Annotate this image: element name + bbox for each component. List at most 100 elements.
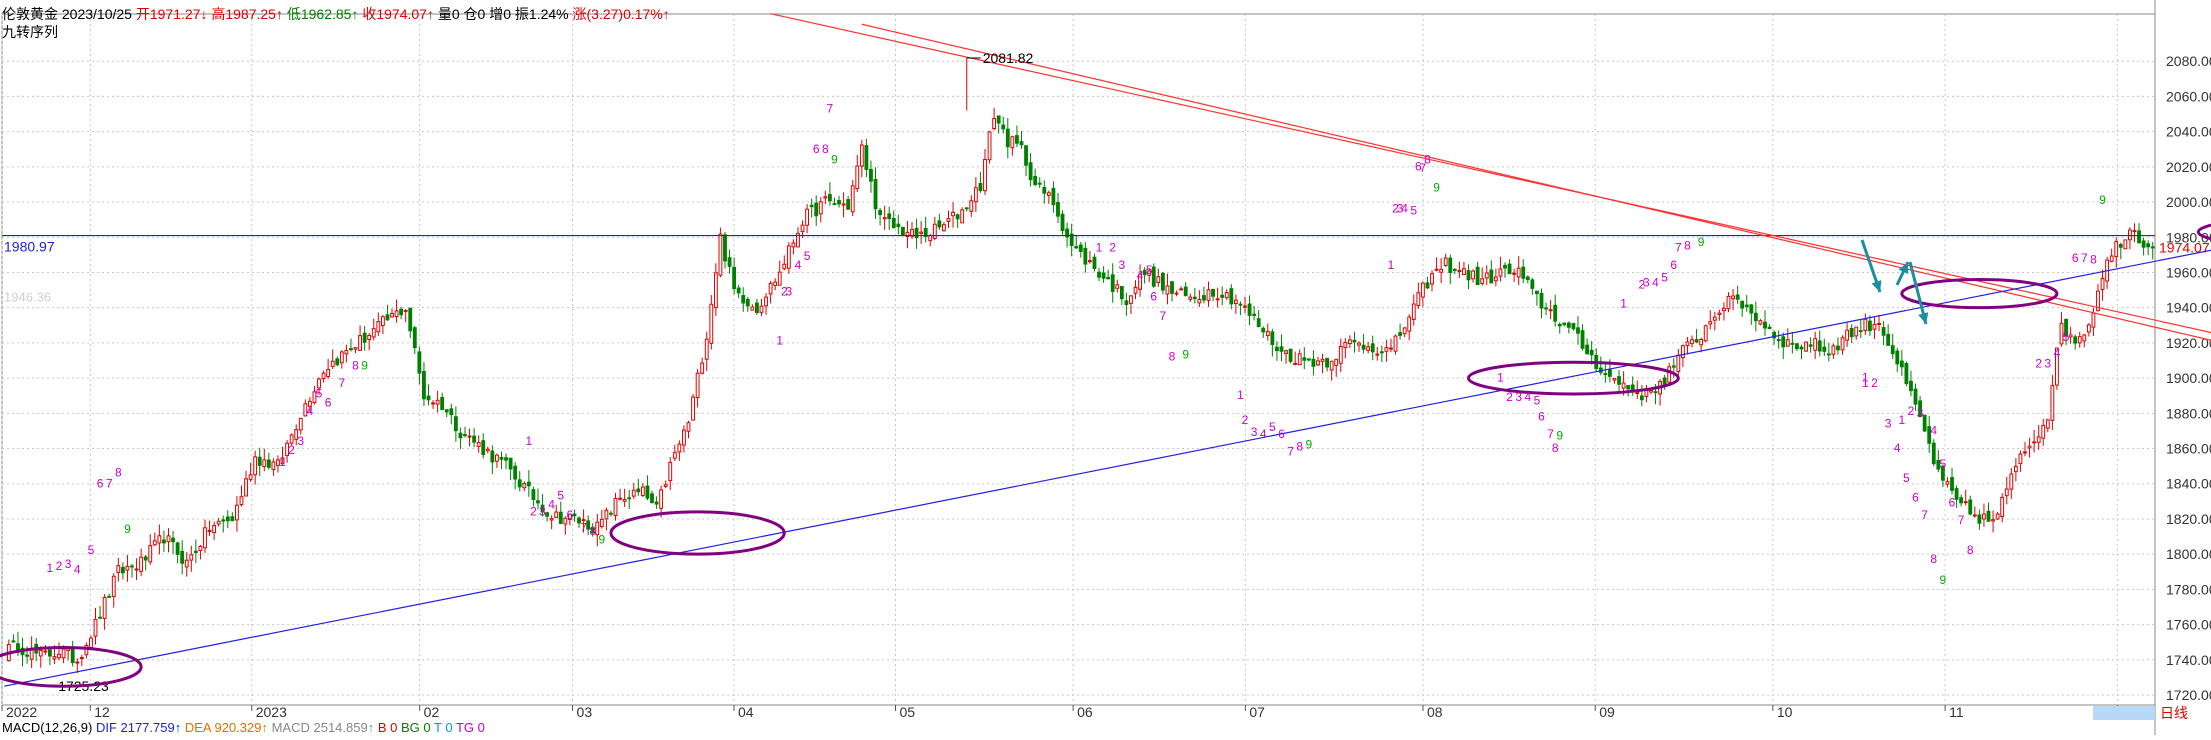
- candle-up: [704, 338, 709, 360]
- candle-down: [412, 327, 417, 349]
- candle-up: [207, 529, 212, 533]
- candlestick-chart[interactable]: 2080.00 2060.00 2040.00 2020.00 2000.00 1980.…: [0, 0, 2211, 735]
- x-tick-label: 09: [1599, 704, 1615, 720]
- td-sequence-label: 7: [1675, 240, 1682, 254]
- candle-up: [1407, 316, 1412, 332]
- candle-down: [1539, 292, 1544, 309]
- x-tick-label: 2023: [256, 704, 287, 720]
- chart-canvas[interactable]: 2080.00 2060.00 2040.00 2020.00 2000.00 1980.…: [0, 0, 2211, 735]
- candle-up: [1284, 350, 1288, 354]
- candle-up: [116, 565, 121, 573]
- candle-up: [946, 218, 951, 222]
- amplitude-value: 振1.24%: [514, 6, 569, 22]
- candle-down: [1106, 276, 1111, 280]
- candle-down: [1261, 327, 1266, 333]
- candle-down: [1379, 351, 1384, 354]
- candle-down: [1170, 281, 1174, 294]
- increase-value: 增0: [489, 6, 512, 22]
- candle-down: [609, 512, 613, 515]
- candle-up: [1430, 273, 1434, 285]
- forecast-arrow-down-1-head: [1871, 280, 1882, 292]
- td-sequence-label: 3: [297, 434, 304, 448]
- candle-down: [1475, 266, 1480, 286]
- td-sequence-label: 7: [1547, 427, 1554, 441]
- change-value: 涨(3.27)0.17%↑: [572, 6, 670, 22]
- td-sequence-label: 6: [1278, 427, 1285, 441]
- candle-down: [1452, 268, 1457, 271]
- y-tick-label: 1920.00: [2166, 335, 2211, 351]
- td-sequence-label: 2: [1871, 376, 1878, 390]
- td-sequence-label: 4: [1894, 441, 1901, 455]
- candle-down: [955, 214, 960, 220]
- candle-down: [1603, 373, 1608, 376]
- candle-up: [339, 351, 344, 364]
- candle-up: [554, 511, 559, 519]
- td-sequence-label: 7: [338, 376, 345, 390]
- candle-up: [1443, 257, 1448, 266]
- candle-up: [522, 483, 527, 489]
- candle-up: [403, 309, 408, 312]
- td-sequence-label: 9: [831, 152, 838, 166]
- td-sequence-label: 9: [1306, 438, 1313, 452]
- candle-down: [1890, 345, 1895, 355]
- candle-up: [2018, 453, 2023, 465]
- td-sequence-label: 4: [1260, 427, 1267, 441]
- td-sequence-label: 3: [1251, 425, 1258, 439]
- candle-down: [1968, 499, 1973, 515]
- td-sequence-label: 7: [1921, 508, 1928, 522]
- td-sequence-label: 1: [1388, 258, 1395, 272]
- candle-down: [1252, 313, 1257, 316]
- td-sequence-label: 1: [1096, 240, 1103, 254]
- candle-up: [1133, 286, 1138, 294]
- candle-down: [536, 500, 540, 504]
- y-tick-label: 2060.00: [2166, 88, 2211, 104]
- candle-up: [139, 556, 144, 572]
- candle-down: [1986, 510, 1991, 522]
- candle-up: [2123, 239, 2128, 250]
- candle-down: [1808, 344, 1813, 347]
- candle-up: [1699, 339, 1704, 346]
- candle-up: [1347, 339, 1352, 345]
- td-sequence-label: 2: [1908, 404, 1915, 418]
- candle-down: [1950, 477, 1954, 491]
- candle-up: [960, 209, 965, 224]
- td-sequence-label: 3: [1118, 258, 1125, 272]
- td-sequence-label: 5: [1661, 270, 1668, 284]
- candle-up: [1548, 309, 1553, 312]
- candle-up: [244, 478, 248, 497]
- candle-up: [431, 402, 435, 405]
- candle-down: [846, 199, 851, 210]
- x-tick-label: 2022: [6, 704, 37, 720]
- td-sequence-label: 9: [1940, 573, 1947, 587]
- candle-down: [1060, 213, 1065, 232]
- candle-up: [1174, 292, 1179, 295]
- candle-up: [1480, 278, 1485, 284]
- candle-up: [157, 535, 162, 544]
- x-tick-label: 06: [1077, 704, 1093, 720]
- td-sequence-label: 4: [74, 563, 81, 577]
- candle-down: [1489, 269, 1494, 284]
- td-sequence-label: 2: [1506, 390, 1513, 404]
- candle-down: [1019, 141, 1024, 146]
- candle-up: [951, 211, 955, 217]
- candle-up: [394, 310, 399, 317]
- candle-up: [1635, 392, 1640, 395]
- candle-up: [1343, 341, 1348, 349]
- candle-up: [1877, 322, 1881, 325]
- candle-up: [61, 648, 66, 659]
- candle-down: [736, 287, 741, 294]
- candle-up: [1329, 360, 1334, 371]
- candle-up: [57, 653, 61, 659]
- candle-up: [764, 296, 768, 307]
- candle-up: [1982, 513, 1986, 520]
- candle-down: [1352, 339, 1357, 343]
- candle-up: [1393, 335, 1398, 352]
- candle-down: [1083, 247, 1088, 265]
- candle-up: [495, 454, 499, 462]
- candle-down: [1977, 514, 1982, 524]
- candle-up: [1434, 268, 1439, 271]
- candle-down: [755, 302, 759, 313]
- candle-down: [1361, 344, 1366, 350]
- candle-up: [358, 335, 362, 351]
- candle-up: [1338, 345, 1343, 364]
